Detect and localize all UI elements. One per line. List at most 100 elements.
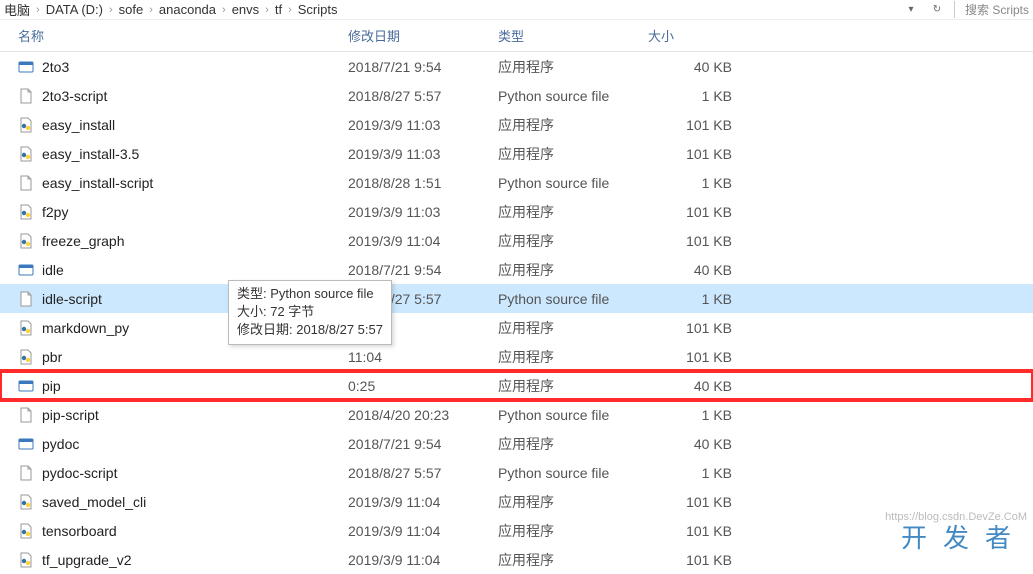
- table-row[interactable]: saved_model_cli2019/3/9 11:04应用程序101 KB: [0, 487, 1033, 516]
- py-icon: [18, 146, 34, 162]
- file-size: 101 KB: [640, 233, 740, 249]
- file-type: 应用程序: [490, 115, 640, 135]
- file-size: 101 KB: [640, 523, 740, 539]
- col-header-type[interactable]: 类型: [490, 20, 640, 51]
- file-type: Python source file: [490, 88, 640, 104]
- py-icon: [18, 117, 34, 133]
- table-row[interactable]: pydoc2018/7/21 9:54应用程序40 KB: [0, 429, 1033, 458]
- chevron-right-icon: ›: [288, 4, 292, 16]
- file-name: 2to3-script: [42, 88, 107, 104]
- chevron-right-icon: ›: [149, 4, 153, 16]
- tooltip: 类型: Python source file 大小: 72 字节 修改日期: 2…: [228, 280, 392, 345]
- file-size: 40 KB: [640, 436, 740, 452]
- py-icon: [18, 320, 34, 336]
- file-name: pip-script: [42, 407, 99, 423]
- file-list: 2to32018/7/21 9:54应用程序40 KB2to3-script20…: [0, 52, 1033, 574]
- table-row[interactable]: 2to3 2018/7/21 9:54应用程序40 KB: [0, 52, 1033, 81]
- table-row[interactable]: idle2018/7/21 9:54应用程序40 KB: [0, 255, 1033, 284]
- py-icon: [18, 204, 34, 220]
- file-date: 2019/3/9 11:03: [340, 204, 490, 220]
- col-header-size[interactable]: 大小: [640, 20, 740, 51]
- file-name: pip: [42, 378, 61, 394]
- bc-seg-3[interactable]: anaconda: [159, 2, 216, 17]
- file-size: 1 KB: [640, 175, 740, 191]
- table-row[interactable]: freeze_graph 2019/3/9 11:04应用程序101 KB: [0, 226, 1033, 255]
- file-name: tensorboard: [42, 523, 117, 539]
- file-blank-icon: [18, 291, 34, 307]
- table-row[interactable]: pydoc-script2018/8/27 5:57Python source …: [0, 458, 1033, 487]
- file-name: pbr: [42, 349, 62, 365]
- file-name: idle: [42, 262, 64, 278]
- breadcrumb[interactable]: 电脑 › DATA (D:) › sofe › anaconda › envs …: [4, 0, 902, 19]
- bc-seg-6[interactable]: Scripts: [298, 2, 338, 17]
- app-blue-icon: [18, 378, 34, 394]
- file-date: 2018/4/20 20:23: [340, 407, 490, 423]
- address-bar[interactable]: 电脑 › DATA (D:) › sofe › anaconda › envs …: [0, 0, 1033, 20]
- file-name: 2to3: [42, 59, 69, 75]
- file-blank-icon: [18, 465, 34, 481]
- tooltip-type: 类型: Python source file: [237, 285, 383, 303]
- file-name: easy_install: [42, 117, 115, 133]
- chevron-right-icon: ›: [265, 4, 269, 16]
- bc-seg-2[interactable]: sofe: [119, 2, 144, 17]
- file-type: 应用程序: [490, 202, 640, 222]
- file-size: 101 KB: [640, 552, 740, 568]
- py-icon: [18, 494, 34, 510]
- table-row[interactable]: markdown_py11:03应用程序101 KB: [0, 313, 1033, 342]
- table-row[interactable]: pip-script 2018/4/20 20:23Python source f…: [0, 400, 1033, 429]
- bc-seg-5[interactable]: tf: [275, 2, 282, 17]
- file-size: 101 KB: [640, 146, 740, 162]
- dropdown-icon[interactable]: ▾: [902, 2, 920, 18]
- file-type: 应用程序: [490, 376, 640, 396]
- file-type: Python source file: [490, 291, 640, 307]
- file-type: 应用程序: [490, 57, 640, 77]
- file-type: Python source file: [490, 407, 640, 423]
- file-type: 应用程序: [490, 144, 640, 164]
- chevron-right-icon: ›: [109, 4, 113, 16]
- file-type: 应用程序: [490, 231, 640, 251]
- file-name: easy_install-3.5: [42, 146, 139, 162]
- file-blank-icon: [18, 88, 34, 104]
- file-size: 101 KB: [640, 204, 740, 220]
- table-row[interactable]: 2to3-script2018/8/27 5:57Python source f…: [0, 81, 1033, 110]
- file-date: 2018/8/27 5:57: [340, 465, 490, 481]
- file-type: 应用程序: [490, 318, 640, 338]
- file-name: markdown_py: [42, 320, 129, 336]
- file-type: 应用程序: [490, 260, 640, 280]
- file-size: 101 KB: [640, 117, 740, 133]
- bc-seg-0[interactable]: 电脑: [4, 0, 30, 19]
- table-row[interactable]: idle-script2018/8/27 5:57Python source f…: [0, 284, 1033, 313]
- file-size: 101 KB: [640, 494, 740, 510]
- chevron-right-icon: ›: [36, 4, 40, 16]
- table-row[interactable]: easy_install 2019/3/9 11:03应用程序101 KB: [0, 110, 1033, 139]
- file-date: 2019/3/9 11:03: [340, 117, 490, 133]
- table-row[interactable]: tensorboard2019/3/9 11:04应用程序101 KB: [0, 516, 1033, 545]
- file-date: 2019/3/9 11:04: [340, 494, 490, 510]
- file-name: pydoc: [42, 436, 79, 452]
- file-size: 1 KB: [640, 407, 740, 423]
- table-row[interactable]: easy_install-script2018/8/28 1:51Python …: [0, 168, 1033, 197]
- file-type: 应用程序: [490, 434, 640, 454]
- file-size: 40 KB: [640, 59, 740, 75]
- col-header-name[interactable]: 名称: [0, 20, 340, 51]
- file-name: freeze_graph: [42, 233, 125, 249]
- file-date: 2019/3/9 11:04: [340, 233, 490, 249]
- table-row[interactable]: f2py 2019/3/9 11:03应用程序101 KB: [0, 197, 1033, 226]
- refresh-icon[interactable]: ↻: [928, 2, 946, 18]
- file-name: f2py: [42, 204, 68, 220]
- file-size: 1 KB: [640, 465, 740, 481]
- file-name: pydoc-script: [42, 465, 117, 481]
- table-row[interactable]: pbr11:04应用程序101 KB: [0, 342, 1033, 371]
- table-row[interactable]: easy_install-3.52019/3/9 11:03应用程序101 KB: [0, 139, 1033, 168]
- search-input[interactable]: 搜索 Scripts: [954, 1, 1029, 18]
- table-row[interactable]: tf_upgrade_v22019/3/9 11:04应用程序101 KB: [0, 545, 1033, 574]
- table-row[interactable]: pip0:25应用程序40 KB: [0, 371, 1033, 400]
- file-size: 1 KB: [640, 291, 740, 307]
- file-date: 2018/7/21 9:54: [340, 59, 490, 75]
- file-date: 0:25: [340, 378, 490, 394]
- col-header-date[interactable]: 修改日期: [340, 20, 490, 51]
- file-type: 应用程序: [490, 521, 640, 541]
- bc-seg-4[interactable]: envs: [232, 2, 259, 17]
- file-size: 101 KB: [640, 349, 740, 365]
- bc-seg-1[interactable]: DATA (D:): [46, 2, 103, 17]
